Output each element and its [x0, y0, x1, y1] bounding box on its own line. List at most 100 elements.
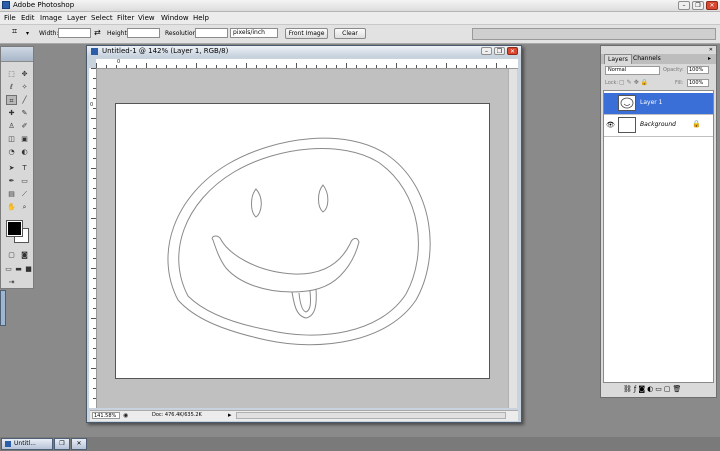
ruler-tick [206, 65, 207, 68]
brush-tool-icon[interactable]: ✎ [19, 108, 30, 118]
ruler-tick [93, 308, 96, 309]
lasso-tool-icon[interactable]: ℓ [6, 82, 17, 92]
layer-row-layer-1[interactable]: Layer 1 [604, 93, 713, 115]
menu-edit[interactable]: Edit [21, 14, 35, 22]
height-field[interactable] [127, 28, 160, 38]
clear-button[interactable]: Clear [334, 28, 366, 39]
ruler-tick [91, 118, 96, 119]
move-tool-icon[interactable]: ✥ [19, 69, 30, 79]
menu-window[interactable]: Window [161, 14, 189, 22]
layers-list: Layer 1 👁 Background 🔒 [603, 90, 714, 383]
menu-select[interactable]: Select [91, 14, 113, 22]
horizontal-scrollbar[interactable] [236, 412, 506, 419]
ruler-tick [496, 63, 497, 68]
crop-tool-icon[interactable]: ⌗ [12, 27, 17, 37]
dodge-tool-icon[interactable]: ◐ [19, 147, 30, 157]
pen-tool-icon[interactable]: ✒ [6, 176, 17, 186]
vertical-scrollbar[interactable] [508, 69, 517, 408]
healing-brush-icon[interactable]: ✚ [6, 108, 17, 118]
standard-mode-icon[interactable]: ▢ [6, 250, 17, 260]
ruler-tick [176, 65, 177, 68]
menu-help[interactable]: Help [193, 14, 209, 22]
menu-file[interactable]: File [4, 14, 16, 22]
screen-mode-3-icon[interactable]: ■ [23, 264, 34, 274]
toolbox-header [1, 47, 33, 62]
layer-thumbnail [618, 95, 636, 111]
type-tool-icon[interactable]: T [19, 163, 30, 173]
ruler-tick [91, 168, 96, 169]
front-image-button[interactable]: Front Image [285, 28, 328, 39]
tool-preset-chevron-icon[interactable]: ▾ [26, 30, 29, 37]
document-statusbar: 141.58% ◉ Doc: 476.4K/635.2K ▸ [90, 410, 518, 421]
h-ruler-label: 0 [117, 59, 121, 65]
lock-icons[interactable]: ▢✎✥🔒 [619, 79, 650, 86]
height-label: Height: [107, 30, 129, 37]
mask-icon[interactable]: ◙ [638, 385, 647, 393]
minimize-button[interactable]: – [678, 1, 690, 10]
doc-restore-button[interactable]: ❐ [494, 47, 505, 55]
blend-mode-select[interactable]: Normal [605, 66, 660, 75]
close-button[interactable]: ✕ [706, 1, 718, 10]
layer-row-background[interactable]: 👁 Background 🔒 [604, 115, 713, 137]
hand-tool-icon[interactable]: ✋ [6, 202, 17, 212]
image-canvas[interactable] [115, 103, 490, 379]
path-selection-icon[interactable]: ➤ [6, 163, 17, 173]
doc-minimize-button[interactable]: – [481, 47, 492, 55]
slice-tool-icon[interactable]: ╱ [19, 95, 30, 105]
eye-icon[interactable]: 👁 [606, 121, 615, 129]
opacity-field[interactable]: 100% [687, 66, 709, 74]
layers-panel: ✕ Layers Channels ▸ Normal Opacity: 100%… [600, 45, 717, 398]
new-layer-icon[interactable]: ▢ [664, 385, 673, 393]
quick-mask-icon[interactable]: ◙ [19, 250, 30, 260]
status-arrow-icon[interactable]: ▸ [228, 411, 232, 419]
notes-tool-icon[interactable]: ▤ [6, 189, 17, 199]
panel-close-icon[interactable]: ✕ [709, 47, 713, 53]
clone-stamp-icon[interactable]: ♙ [6, 121, 17, 131]
ruler-tick [93, 148, 96, 149]
document-title: Untitled-1 @ 142% (Layer 1, RGB/8) [102, 47, 229, 55]
visibility-icon[interactable] [606, 99, 614, 107]
ruler-tick [116, 65, 117, 68]
ruler-tick [93, 158, 96, 159]
crop-tool-button-icon[interactable]: ⌗ [6, 95, 17, 105]
eraser-tool-icon[interactable]: ◫ [6, 134, 17, 144]
zoom-field[interactable]: 141.58% [92, 412, 120, 419]
history-brush-icon[interactable]: ✐ [19, 121, 30, 131]
width-field[interactable] [58, 28, 91, 38]
marquee-tool-icon[interactable]: ⬚ [6, 69, 17, 79]
fill-field[interactable]: 100% [687, 79, 709, 87]
menu-filter[interactable]: Filter [117, 14, 134, 22]
ruler-tick [166, 65, 167, 68]
resolution-label: Resolution: [165, 30, 199, 37]
zoom-tool-icon[interactable]: ⌕ [19, 202, 30, 212]
resolution-field[interactable] [195, 28, 228, 38]
menu-view[interactable]: View [138, 14, 155, 22]
menu-layer[interactable]: Layer [67, 14, 87, 22]
tab-channels[interactable]: Channels [630, 54, 664, 64]
link-icon[interactable]: ⛓ [623, 385, 634, 393]
taskbar-close-button[interactable]: ✕ [71, 438, 87, 450]
restore-button[interactable]: ❐ [692, 1, 704, 10]
doc-close-button[interactable]: ✕ [507, 47, 518, 55]
menu-image[interactable]: Image [40, 14, 62, 22]
fill-label: Fill: [675, 80, 684, 86]
foreground-color-swatch[interactable] [6, 220, 23, 237]
blur-tool-icon[interactable]: ◔ [6, 147, 17, 157]
ruler-tick [446, 63, 447, 68]
jump-to-imageready-icon[interactable]: ⇥ [6, 277, 17, 287]
ruler-tick [326, 65, 327, 68]
status-menu-icon[interactable]: ◉ [123, 412, 128, 419]
eyedropper-icon[interactable]: ⟋ [19, 189, 30, 199]
shape-tool-icon[interactable]: ▭ [19, 176, 30, 186]
taskbar-restore-button[interactable]: ❐ [54, 438, 70, 450]
resolution-units-select[interactable]: pixels/inch [230, 28, 278, 38]
gradient-tool-icon[interactable]: ▣ [19, 134, 30, 144]
panel-menu-icon[interactable]: ▸ [705, 54, 714, 64]
tab-layers[interactable]: Layers [604, 54, 632, 64]
group-icon[interactable]: ▭ [655, 385, 664, 393]
trash-icon[interactable]: 🗑 [673, 385, 684, 393]
magic-wand-icon[interactable]: ✧ [19, 82, 30, 92]
swap-icon[interactable]: ⇄ [94, 28, 101, 37]
ruler-tick [93, 128, 96, 129]
taskbar-item-untitled[interactable]: Untitl... [1, 438, 53, 450]
